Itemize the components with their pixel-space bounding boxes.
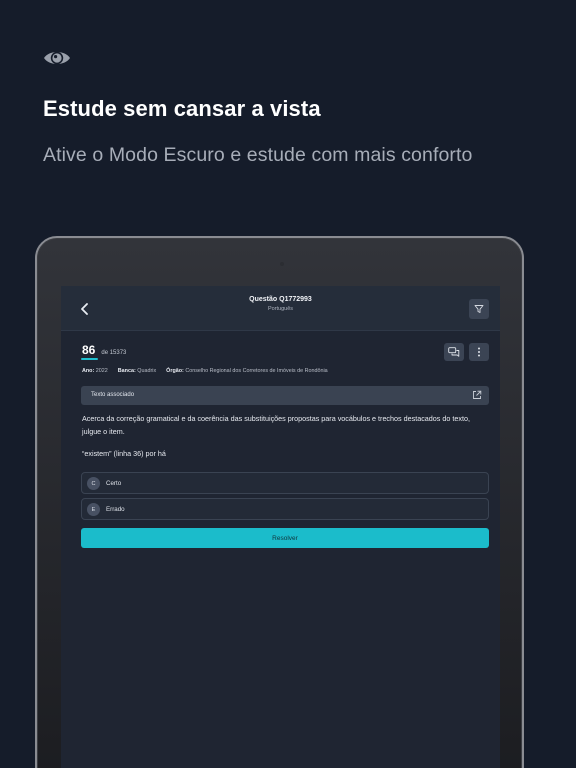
associated-text-button[interactable]: Texto associado [81, 386, 489, 405]
promo-subheadline: Ative o Modo Escuro e estude com mais co… [43, 144, 473, 166]
option-errado[interactable]: E Errado [81, 498, 489, 520]
external-link-icon [473, 390, 482, 399]
question-stem: Acerca da correção gramatical e da coerê… [82, 414, 470, 436]
current-question-number: 86 [82, 343, 96, 357]
resolve-button[interactable]: Resolver [81, 528, 489, 548]
comments-button[interactable] [444, 343, 464, 361]
year-value: 2022 [95, 368, 108, 374]
counter-underline [81, 358, 98, 360]
app-screen: Questão Q1772993 Português 86 de 15373 A… [61, 286, 500, 768]
question-counter: 86 de 15373 [82, 343, 126, 357]
total-questions: de 15373 [101, 350, 127, 356]
board-value: Quadrix [137, 368, 157, 374]
option-label: Errado [106, 506, 125, 513]
year-label: Ano: [82, 368, 95, 374]
agency-value: Conselho Regional dos Corretores de Imóv… [185, 368, 328, 374]
tablet-camera [280, 262, 284, 266]
filter-icon [474, 305, 484, 313]
header-title-group: Questão Q1772993 Português [61, 296, 500, 312]
board-label: Banca: [117, 368, 136, 374]
chat-icon [448, 347, 460, 357]
associated-text-label: Texto associado [91, 392, 135, 398]
promo-headline: Estude sem cansar a vista [43, 96, 321, 121]
option-letter: C [87, 477, 100, 490]
option-letter: E [87, 503, 100, 516]
question-title: Questão Q1772993 [249, 296, 312, 303]
option-label: Certo [106, 480, 122, 487]
eye-icon [44, 51, 70, 65]
more-vertical-icon [478, 347, 480, 357]
more-options-button[interactable] [469, 343, 489, 361]
agency-label: Órgão: [166, 368, 184, 374]
question-metadata: Ano: 2022 Banca: Quadrix Órgão: Conselho… [82, 368, 328, 374]
tablet-frame: Questão Q1772993 Português 86 de 15373 A… [35, 236, 524, 768]
filter-button[interactable] [469, 299, 489, 319]
option-certo[interactable]: C Certo [81, 472, 489, 494]
question-subject: Português [267, 306, 294, 312]
app-header: Questão Q1772993 Português [61, 286, 500, 331]
question-prompt: “existem” (linha 36) por há [82, 449, 166, 458]
